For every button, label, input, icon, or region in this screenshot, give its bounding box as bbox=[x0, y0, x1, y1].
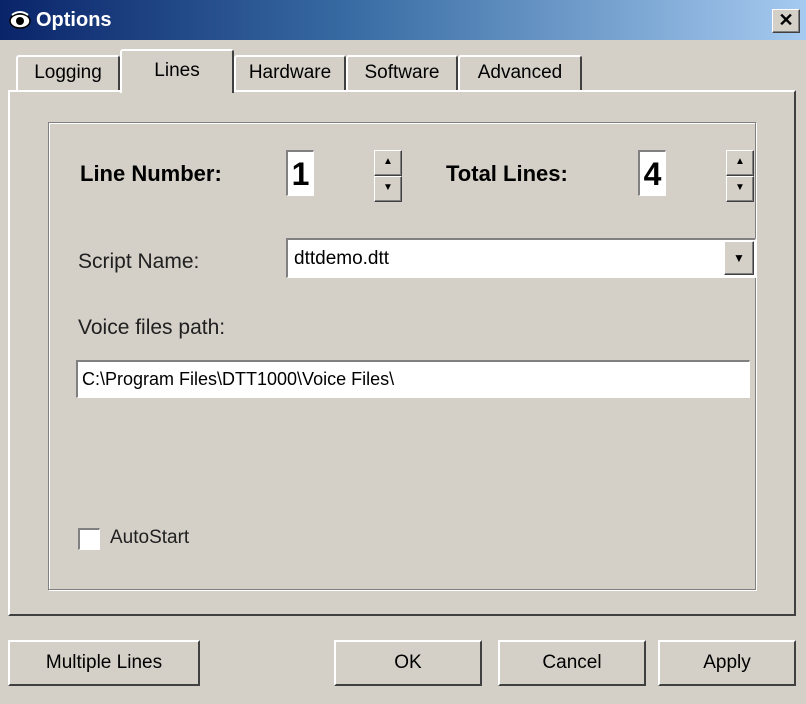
tab-software[interactable]: Software bbox=[346, 55, 458, 91]
arrow-down-icon: ▼ bbox=[735, 182, 745, 193]
apply-button[interactable]: Apply bbox=[658, 640, 796, 686]
total-lines-down-button[interactable]: ▼ bbox=[726, 176, 754, 202]
arrow-up-icon: ▲ bbox=[383, 156, 393, 167]
tab-label: Software bbox=[364, 62, 440, 83]
tab-label: Lines bbox=[154, 60, 200, 81]
total-lines-display: 4 bbox=[638, 150, 666, 196]
tab-advanced[interactable]: Advanced bbox=[458, 55, 582, 91]
title-bar[interactable]: Options ✕ bbox=[0, 0, 806, 40]
line-number-label: Line Number: bbox=[80, 161, 222, 186]
window-title: Options bbox=[36, 9, 112, 31]
tab-lines[interactable]: Lines bbox=[120, 49, 234, 93]
script-name-value: dttdemo.dtt bbox=[294, 248, 390, 269]
ok-button[interactable]: OK bbox=[334, 640, 482, 686]
total-lines-label: Total Lines: bbox=[446, 161, 568, 186]
close-button[interactable]: ✕ bbox=[772, 9, 800, 33]
total-lines-spinner[interactable]: ▲ ▼ bbox=[726, 150, 754, 202]
tab-label: Logging bbox=[34, 62, 102, 83]
tab-label: Hardware bbox=[248, 62, 332, 83]
line-number-display: 1 bbox=[286, 150, 314, 196]
dropdown-arrow-button[interactable]: ▼ bbox=[724, 241, 754, 275]
voice-path-input[interactable]: C:\Program Files\DTT1000\Voice Files\ bbox=[76, 360, 750, 398]
app-eye-icon bbox=[9, 11, 31, 29]
multiple-lines-button[interactable]: Multiple Lines bbox=[8, 640, 200, 686]
tab-hardware[interactable]: Hardware bbox=[234, 55, 346, 91]
arrow-down-icon: ▼ bbox=[383, 182, 393, 193]
arrow-up-icon: ▲ bbox=[735, 156, 745, 167]
script-name-label: Script Name: bbox=[78, 250, 200, 273]
tab-label: Advanced bbox=[477, 62, 563, 83]
line-number-spinner[interactable]: ▲ ▼ bbox=[374, 150, 402, 202]
chevron-down-icon: ▼ bbox=[733, 251, 745, 265]
voice-path-label: Voice files path: bbox=[78, 316, 226, 339]
autostart-label: AutoStart bbox=[110, 527, 190, 548]
tab-logging[interactable]: Logging bbox=[16, 55, 120, 91]
cancel-button[interactable]: Cancel bbox=[498, 640, 646, 686]
total-lines-up-button[interactable]: ▲ bbox=[726, 150, 754, 176]
autostart-checkbox[interactable] bbox=[78, 528, 100, 550]
close-icon: ✕ bbox=[778, 10, 794, 30]
line-number-down-button[interactable]: ▼ bbox=[374, 176, 402, 202]
script-name-dropdown[interactable]: dttdemo.dtt ▼ bbox=[286, 238, 756, 278]
line-number-up-button[interactable]: ▲ bbox=[374, 150, 402, 176]
